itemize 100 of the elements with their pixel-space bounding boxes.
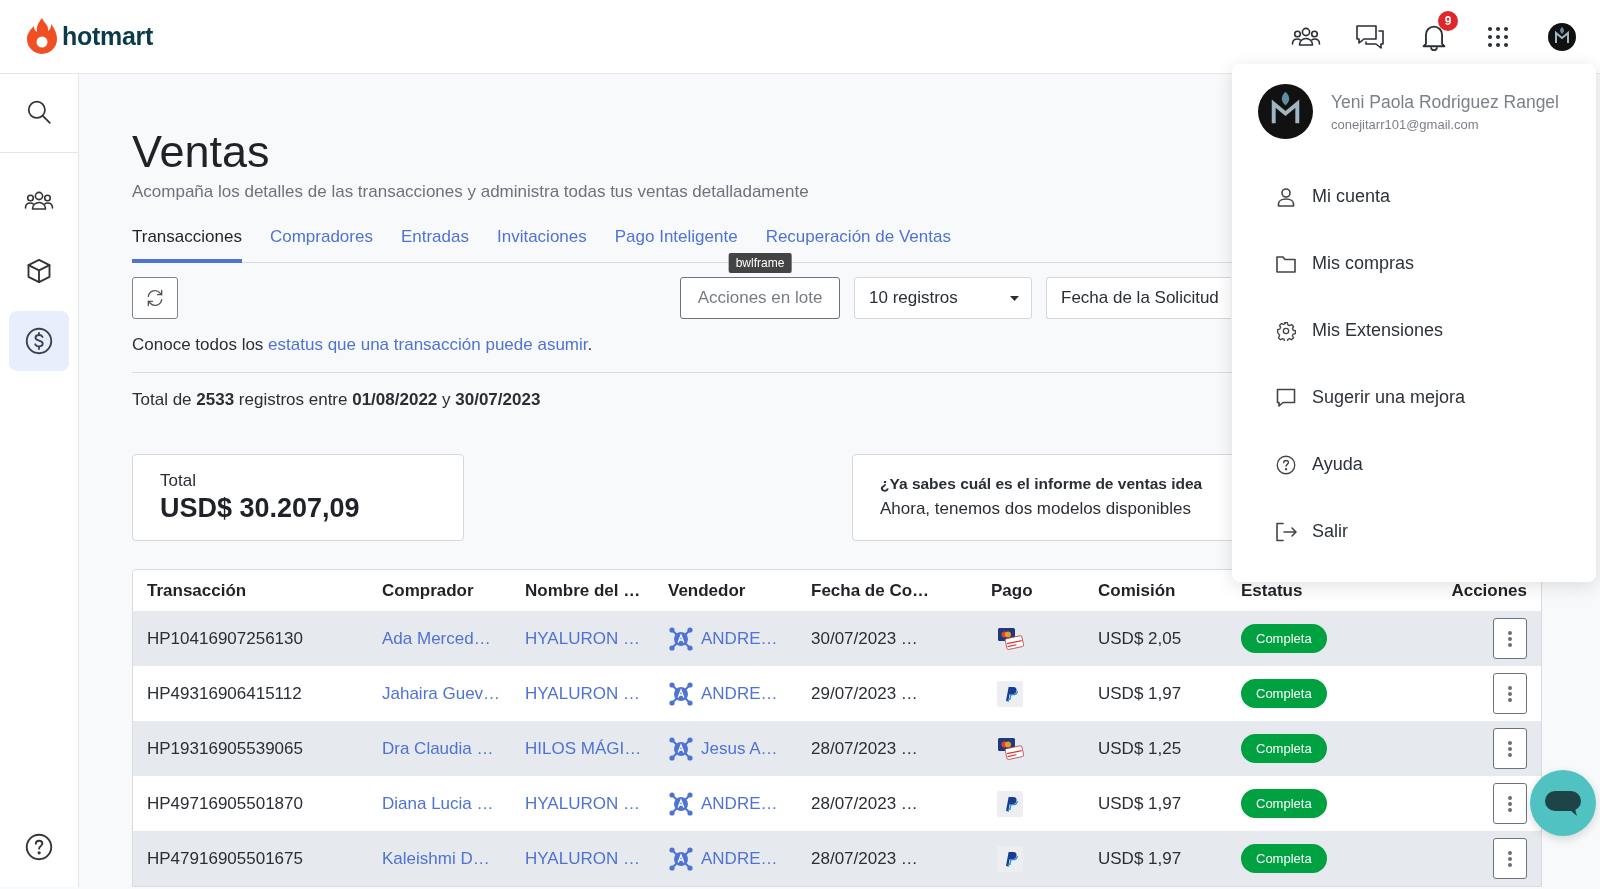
bulk-actions-button[interactable]: Acciones en lote xyxy=(680,277,840,319)
table-cell-text: HP10416907256130 xyxy=(147,628,304,649)
notification-badge: 9 xyxy=(1438,10,1458,31)
product-link[interactable]: HYALURON … xyxy=(525,848,640,868)
product-link[interactable]: HYALURON … xyxy=(525,793,640,813)
column-header: Transacción xyxy=(147,580,248,601)
menu-item[interactable]: Mis compras xyxy=(1232,230,1596,297)
tab[interactable]: Compradores xyxy=(269,218,373,263)
user-name: Yeni Paola Rodriguez Rangel xyxy=(1331,91,1559,113)
menu-item[interactable]: Mis Extensiones xyxy=(1232,297,1596,364)
date-filter-dropdown[interactable]: Fecha de la Solicitud xyxy=(1046,277,1231,319)
apps-grid-icon xyxy=(1487,25,1509,48)
status-badge: Completa xyxy=(1241,789,1327,818)
help-icon xyxy=(1276,454,1296,475)
menu-item[interactable]: Salir xyxy=(1232,498,1596,565)
refresh-icon xyxy=(145,288,165,308)
sidebar-item[interactable] xyxy=(9,311,69,371)
table-cell-text: USD$ 1,97 xyxy=(1098,793,1183,814)
seller-link[interactable]: Jesus A… xyxy=(701,738,778,759)
more-actions-button[interactable] xyxy=(1493,783,1527,824)
table-cell-text: USD$ 1,97 xyxy=(1098,848,1183,869)
more-actions-button[interactable] xyxy=(1493,728,1527,769)
status-note: Conoce todos los estatus que una transacción puede asumir. xyxy=(132,335,593,355)
folder-icon xyxy=(1276,254,1296,273)
seller-link[interactable]: ANDRE… xyxy=(701,793,778,814)
total-label: Total xyxy=(160,471,197,491)
buyer-link[interactable]: Dra Claudia … xyxy=(382,738,494,758)
seller-network-icon xyxy=(668,845,694,872)
column-header: Estatus xyxy=(1241,580,1304,601)
seller-network-icon xyxy=(668,735,694,762)
seller-link[interactable]: ANDRE… xyxy=(701,848,778,869)
seller-network-icon xyxy=(668,625,694,652)
column-header: Comprador xyxy=(382,580,475,601)
buyer-link[interactable]: Diana Lucia … xyxy=(382,793,494,813)
credit-card-icon xyxy=(997,626,1025,651)
table-cell-text: 28/07/2023 … xyxy=(811,738,919,759)
table-cell-text: 30/07/2023 … xyxy=(811,628,919,649)
chat-icon xyxy=(1355,22,1385,51)
column-header: Fecha de Co… xyxy=(811,580,931,601)
tab[interactable]: Transacciones xyxy=(132,218,242,263)
total-amount: USD$ 30.207,09 xyxy=(160,492,361,525)
seller-link[interactable]: ANDRE… xyxy=(701,683,778,704)
dollar-icon xyxy=(25,327,53,355)
menu-item[interactable]: Ayuda xyxy=(1232,431,1596,498)
status-badge: Completa xyxy=(1241,679,1327,708)
buyer-link[interactable]: Ada Merced… xyxy=(382,628,491,648)
seller-network-icon xyxy=(668,680,694,707)
kebab-icon xyxy=(1508,630,1512,647)
table-cell-text: 28/07/2023 … xyxy=(811,848,919,869)
table-cell-text: 29/07/2023 … xyxy=(811,683,919,704)
buyer-link[interactable]: Jahaira Guev… xyxy=(382,683,501,703)
tab[interactable]: Entradas xyxy=(400,218,469,263)
more-actions-button[interactable] xyxy=(1493,618,1527,659)
info-text: Ahora, tenemos dos modelos disponibles xyxy=(880,498,1192,520)
table-cell-text: HP19316905539065 xyxy=(147,738,304,759)
paypal-icon xyxy=(997,845,1023,872)
table-cell-text: USD$ 1,25 xyxy=(1098,738,1183,759)
column-header: Comisión xyxy=(1098,580,1177,601)
search-icon xyxy=(26,99,52,125)
more-actions-button[interactable] xyxy=(1493,838,1527,879)
page-size-dropdown[interactable]: 10 registros xyxy=(854,277,1032,319)
paypal-icon xyxy=(997,680,1023,707)
paypal-icon xyxy=(997,790,1023,817)
box-icon xyxy=(25,257,53,285)
column-header: Vendedor xyxy=(668,580,747,601)
table-cell-text: HP49716905501870 xyxy=(147,793,304,814)
avatar-icon xyxy=(1258,84,1313,139)
chat-button[interactable] xyxy=(1530,770,1596,836)
column-header: Pago xyxy=(991,580,1034,601)
logout-icon xyxy=(1275,521,1297,542)
flame-logo-icon xyxy=(27,16,57,57)
seller-network-icon xyxy=(668,790,694,817)
menu-item[interactable]: Mi cuenta xyxy=(1232,163,1596,230)
more-actions-button[interactable] xyxy=(1493,673,1527,714)
help-icon xyxy=(25,833,53,861)
menu-item[interactable]: Sugerir una mejora xyxy=(1232,364,1596,431)
buyer-link[interactable]: Kaleishmi D… xyxy=(382,848,490,868)
page-subtitle: Acompaña los detalles de las transacciones y administra todas tus ventas detalladamente xyxy=(132,182,809,202)
hotmart-logo[interactable]: hotmart xyxy=(27,16,153,57)
table-cell-text: USD$ 2,05 xyxy=(1098,628,1183,649)
product-link[interactable]: HILOS MÁGI… xyxy=(525,738,642,758)
credit-card-icon xyxy=(997,736,1025,761)
gear-icon xyxy=(1276,320,1296,341)
kebab-icon xyxy=(1508,740,1512,757)
kebab-icon xyxy=(1508,795,1512,812)
table-cell-text: 28/07/2023 … xyxy=(811,793,919,814)
refresh-button[interactable] xyxy=(132,277,178,319)
user-email: conejitarr101@gmail.com xyxy=(1331,117,1480,132)
avatar-icon xyxy=(1548,22,1576,51)
comment-icon xyxy=(1276,387,1296,408)
tooltip: bwlframe xyxy=(728,253,792,273)
caret-icon xyxy=(1010,295,1019,301)
product-link[interactable]: HYALURON … xyxy=(525,683,640,703)
seller-link[interactable]: ANDRE… xyxy=(701,628,778,649)
kebab-icon xyxy=(1508,685,1512,702)
tab[interactable]: Invitaciones xyxy=(496,218,587,263)
info-title: ¿Ya sabes cuál es el informe de ventas idea xyxy=(880,474,1204,494)
status-link[interactable]: estatus que una transacción puede asumir xyxy=(268,335,588,354)
table-cell-text: HP47916905501675 xyxy=(147,848,304,869)
product-link[interactable]: HYALURON … xyxy=(525,628,640,648)
